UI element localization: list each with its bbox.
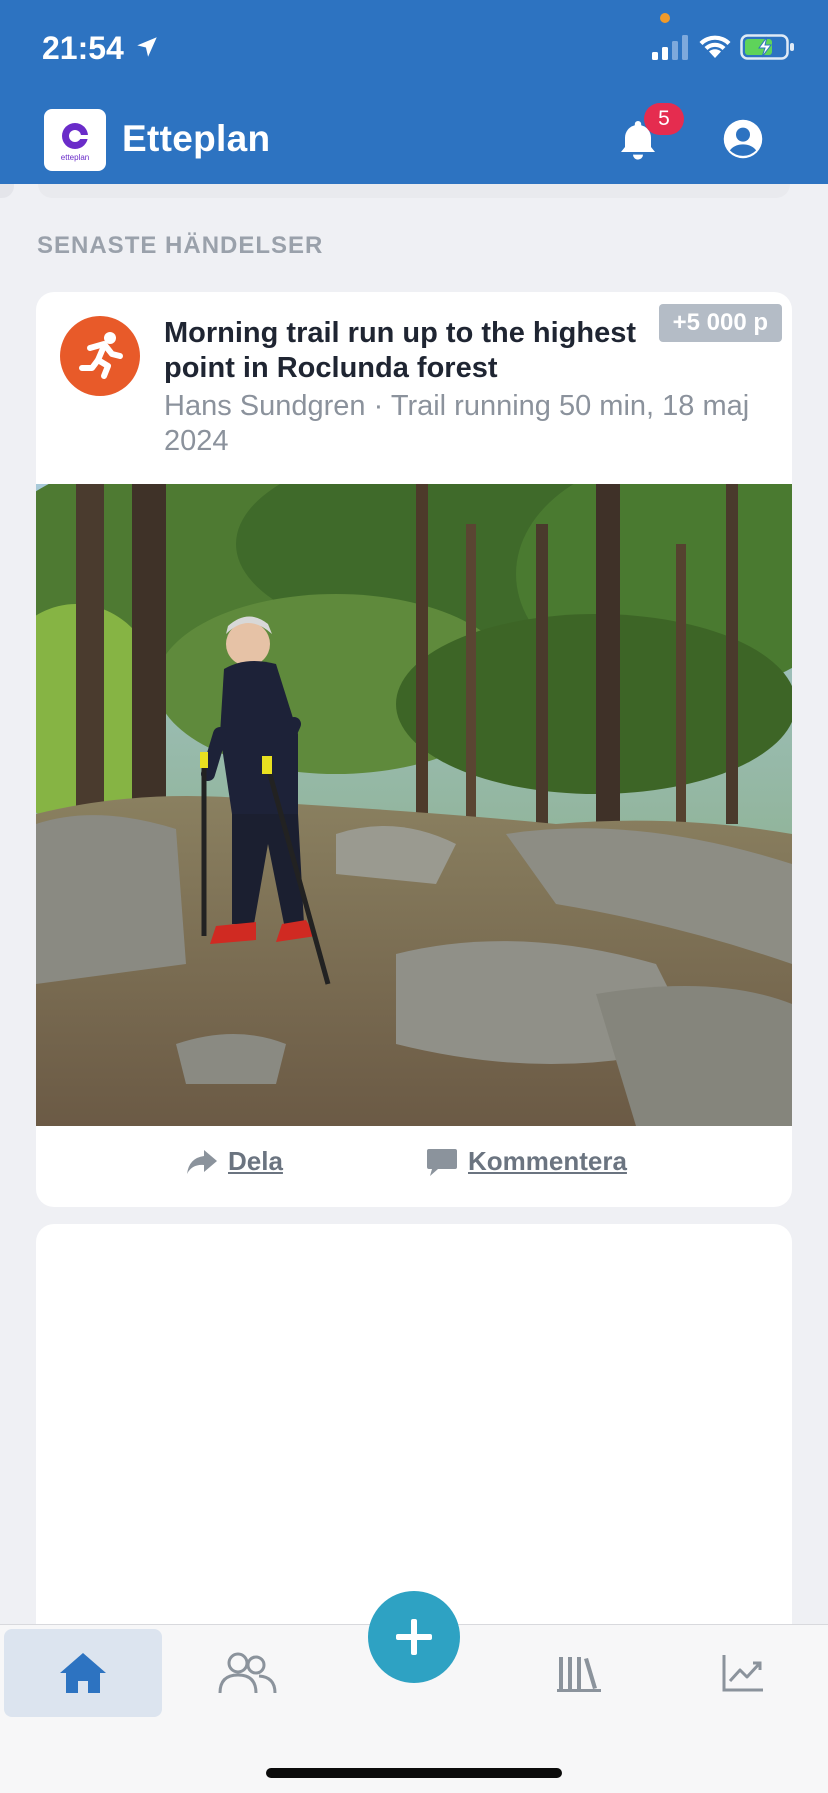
activity-photo[interactable] bbox=[36, 484, 792, 1126]
activity-title: Morning trail run up to the highest poin… bbox=[164, 317, 637, 384]
author-name: Hans Sundgren bbox=[164, 390, 366, 422]
activity-meta: Hans Sundgren · Trail running 50 min, 18… bbox=[164, 389, 764, 459]
nav-stats[interactable] bbox=[664, 1629, 822, 1717]
svg-text:etteplan: etteplan bbox=[61, 153, 89, 162]
cellular-signal-icon bbox=[652, 35, 688, 60]
section-label: SENASTE HÄNDELSER bbox=[37, 232, 324, 259]
status-time: 21:54 bbox=[42, 30, 124, 66]
running-sport-icon bbox=[60, 316, 140, 396]
notification-badge: 5 bbox=[644, 103, 684, 135]
app-title: Etteplan bbox=[122, 118, 271, 159]
previous-card-edge bbox=[38, 184, 790, 198]
profile-icon[interactable] bbox=[722, 118, 764, 160]
activity-card[interactable]: +5 000 p Morning trail run up to the hig… bbox=[36, 292, 792, 1207]
battery-charging-icon bbox=[740, 34, 794, 60]
library-icon bbox=[557, 1657, 601, 1692]
card-sliver bbox=[0, 184, 14, 198]
app-header: 21:54 etteplan Etteplan 5 bbox=[0, 0, 828, 184]
home-icon bbox=[60, 1653, 106, 1693]
share-label: Dela bbox=[228, 1146, 283, 1176]
plus-icon bbox=[396, 1619, 432, 1655]
location-arrow-icon bbox=[137, 37, 157, 57]
chart-icon bbox=[722, 1655, 763, 1692]
people-icon bbox=[218, 1652, 277, 1694]
points-badge: +5 000 p bbox=[658, 304, 782, 342]
comment-label: Kommentera bbox=[468, 1146, 627, 1176]
wifi-icon bbox=[699, 35, 731, 58]
nav-home[interactable] bbox=[4, 1629, 162, 1717]
privacy-indicator-dot bbox=[660, 13, 670, 23]
nav-library[interactable] bbox=[500, 1629, 658, 1717]
home-indicator bbox=[266, 1768, 562, 1778]
add-activity-button[interactable] bbox=[368, 1591, 460, 1683]
comment-icon bbox=[427, 1148, 457, 1176]
share-button[interactable]: Dela bbox=[186, 1146, 283, 1177]
comment-button[interactable]: Kommentera bbox=[426, 1146, 627, 1177]
nav-people[interactable] bbox=[168, 1629, 326, 1717]
share-icon bbox=[187, 1149, 217, 1174]
next-activity-card[interactable] bbox=[36, 1224, 792, 1624]
etteplan-logo: etteplan bbox=[44, 109, 106, 171]
meta-separator: · bbox=[373, 390, 384, 422]
activity-actions: Dela Kommentera bbox=[36, 1126, 792, 1207]
